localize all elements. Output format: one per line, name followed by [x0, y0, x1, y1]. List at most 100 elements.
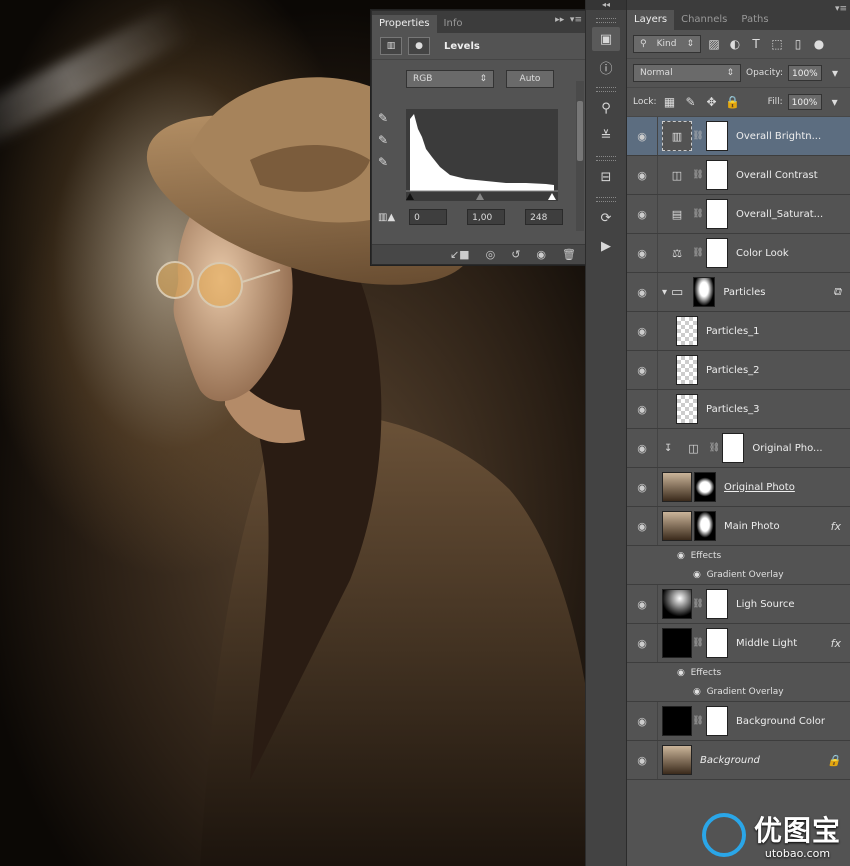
- eye-icon[interactable]: ◉: [677, 551, 691, 561]
- layer-row[interactable]: ◉ Main Photo fx: [627, 507, 850, 546]
- opacity-input[interactable]: 100%: [788, 65, 822, 81]
- layer-thumbnail[interactable]: [662, 472, 692, 502]
- dock-grip[interactable]: [596, 197, 616, 202]
- group-mask[interactable]: [693, 277, 716, 307]
- effects-row[interactable]: ◉ Effects: [627, 663, 850, 682]
- collapse-dock-icon[interactable]: ◂◂: [586, 0, 626, 10]
- lock-position-icon[interactable]: ✥: [704, 94, 720, 110]
- layer-thumbnail[interactable]: [662, 745, 692, 775]
- levels-adjustment-icon[interactable]: ▥: [380, 37, 402, 55]
- clip-to-layer-icon[interactable]: ↙■: [450, 248, 470, 261]
- layer-mask[interactable]: [694, 511, 716, 541]
- scroll-thumb[interactable]: [577, 101, 583, 161]
- eye-icon[interactable]: ◉: [627, 520, 657, 533]
- eye-icon[interactable]: ◉: [627, 208, 657, 221]
- tab-layers[interactable]: Layers: [627, 10, 675, 30]
- tab-info[interactable]: Info: [437, 15, 470, 33]
- adjustments-panel-icon[interactable]: ▣: [592, 27, 620, 51]
- pixel-filter-icon[interactable]: ▨: [706, 36, 722, 52]
- link-icon[interactable]: ⛓: [692, 170, 704, 180]
- auto-button[interactable]: Auto: [506, 70, 554, 88]
- eye-icon[interactable]: ◉: [627, 481, 657, 494]
- eye-icon[interactable]: ◉: [627, 130, 657, 143]
- filter-kind-select[interactable]: ⚲ Kind ⇕: [633, 35, 701, 53]
- tab-channels[interactable]: Channels: [674, 10, 734, 30]
- eye-icon[interactable]: ◉: [627, 598, 657, 611]
- panel-menu-icon[interactable]: ▸▸ ▾≡: [555, 15, 582, 25]
- history-panel-icon[interactable]: ⟳: [592, 206, 620, 230]
- eye-icon[interactable]: ◉: [627, 286, 657, 299]
- layer-thumbnail[interactable]: [662, 589, 692, 619]
- visibility-icon[interactable]: ◉: [536, 248, 546, 261]
- black-point-slider[interactable]: [406, 193, 414, 200]
- fill-arrow-icon[interactable]: ▾: [827, 94, 843, 110]
- layer-mask[interactable]: [706, 199, 728, 229]
- layer-row[interactable]: ◉ Original Photo: [627, 468, 850, 507]
- eye-icon[interactable]: ◉: [693, 570, 707, 580]
- eye-icon[interactable]: ◉: [627, 715, 657, 728]
- lock-all-icon[interactable]: 🔒: [725, 94, 741, 110]
- layer-row[interactable]: ◉ ▤ ⛓ Overall_Saturat...: [627, 195, 850, 234]
- tab-paths[interactable]: Paths: [734, 10, 775, 30]
- layer-row[interactable]: ◉ Particles_3: [627, 390, 850, 429]
- opacity-arrow-icon[interactable]: ▾: [827, 65, 843, 81]
- layer-row[interactable]: ◉ ⛓ Ligh Source: [627, 585, 850, 624]
- eye-icon[interactable]: ◉: [627, 325, 657, 338]
- layer-row[interactable]: ◉ Particles_2: [627, 351, 850, 390]
- reset-icon[interactable]: ↺: [511, 248, 520, 261]
- filter-toggle-icon[interactable]: ●: [811, 36, 827, 52]
- gradient-overlay-row[interactable]: ◉ Gradient Overlay: [627, 682, 850, 702]
- layer-mask[interactable]: [706, 238, 728, 268]
- layer-row[interactable]: ◉ Particles_1: [627, 312, 850, 351]
- layer-row[interactable]: ◉ ◫ ⛓ Overall Contrast: [627, 156, 850, 195]
- link-icon[interactable]: ⛓: [692, 209, 704, 219]
- black-eyedropper-icon[interactable]: ✎: [378, 111, 388, 125]
- layer-thumbnail[interactable]: [662, 628, 692, 658]
- gamma-slider[interactable]: [476, 193, 484, 200]
- link-icon[interactable]: ⛓: [692, 716, 704, 726]
- layers-menu-icon[interactable]: ▾≡: [835, 4, 847, 14]
- layer-row[interactable]: ◉ ⛓ Middle Light fx: [627, 624, 850, 663]
- dock-grip[interactable]: [596, 156, 616, 161]
- mask-icon[interactable]: ●: [408, 37, 430, 55]
- fx-icon[interactable]: fx: [831, 520, 841, 533]
- blend-mode-select[interactable]: Normal ⇕: [633, 64, 741, 82]
- actions-panel-icon[interactable]: ▶: [592, 234, 620, 258]
- trash-icon[interactable]: 🗑: [562, 248, 576, 261]
- dock-grip[interactable]: [596, 87, 616, 92]
- eye-icon[interactable]: ◉: [627, 403, 657, 416]
- link-icon[interactable]: ⛓: [692, 599, 704, 609]
- shape-filter-icon[interactable]: ⬚: [769, 36, 785, 52]
- type-filter-icon[interactable]: T: [748, 36, 764, 52]
- tool-presets-icon[interactable]: ⊟: [592, 165, 620, 189]
- eye-icon[interactable]: ◉: [627, 169, 657, 182]
- layer-row[interactable]: ◉ Background 🔒: [627, 741, 850, 780]
- fill-input[interactable]: 100%: [787, 94, 822, 110]
- channel-select[interactable]: RGB ⇕: [406, 70, 494, 88]
- lock-image-icon[interactable]: ✎: [683, 94, 699, 110]
- eye-icon[interactable]: ◉: [627, 364, 657, 377]
- layer-thumbnail[interactable]: [662, 511, 692, 541]
- link-icon[interactable]: ⛓: [708, 443, 720, 453]
- layer-thumbnail[interactable]: [676, 394, 698, 424]
- fx-icon[interactable]: fx: [831, 637, 841, 650]
- input-gamma[interactable]: 1,00: [467, 209, 506, 225]
- layer-mask[interactable]: [722, 433, 745, 463]
- gradient-overlay-row[interactable]: ◉ Gradient Overlay: [627, 565, 850, 585]
- adjustment-filter-icon[interactable]: ◐: [727, 36, 743, 52]
- layer-row[interactable]: ◉ ⛓ Background Color: [627, 702, 850, 741]
- tab-properties[interactable]: Properties: [372, 15, 437, 33]
- white-eyedropper-icon[interactable]: ✎: [378, 155, 388, 169]
- layer-mask[interactable]: [706, 160, 728, 190]
- layer-mask[interactable]: [706, 706, 728, 736]
- view-previous-icon[interactable]: ◎: [486, 248, 496, 261]
- layer-mask[interactable]: [706, 589, 728, 619]
- layer-thumbnail[interactable]: [662, 706, 692, 736]
- layer-thumbnail[interactable]: [676, 316, 698, 346]
- eye-icon[interactable]: ◉: [627, 442, 657, 455]
- input-black[interactable]: 0: [409, 209, 448, 225]
- link-icon[interactable]: ⛓: [692, 248, 704, 258]
- eye-icon[interactable]: ◉: [627, 247, 657, 260]
- eye-icon[interactable]: ◉: [627, 754, 657, 767]
- white-point-slider[interactable]: [548, 193, 556, 200]
